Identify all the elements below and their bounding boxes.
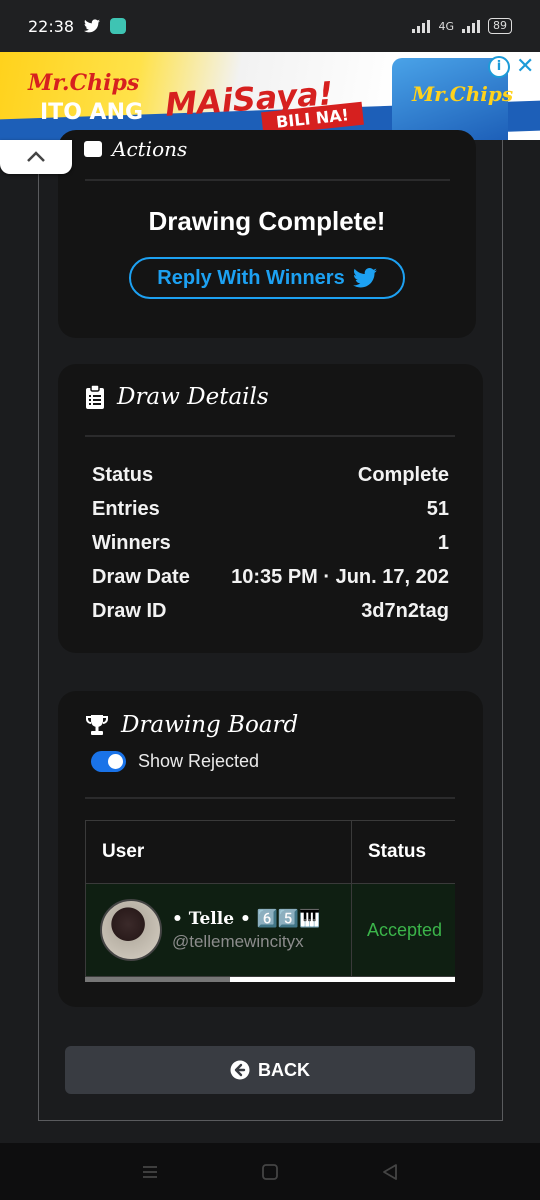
user-display-name: • Telle • 6️⃣5️⃣🎹	[172, 908, 321, 929]
draw-details-header: Draw Details	[85, 384, 269, 410]
detail-row-entries: Entries 51	[92, 492, 449, 526]
divider	[85, 797, 455, 799]
reply-with-winners-button[interactable]: Reply With Winners	[129, 257, 405, 299]
show-rejected-row: Show Rejected	[91, 751, 259, 772]
ad-close-icon[interactable]: ✕	[516, 54, 534, 79]
detail-label: Draw ID	[92, 599, 167, 622]
detail-row-draw-id: Draw ID 3d7n2tag	[92, 594, 449, 628]
detail-label: Status	[92, 463, 154, 486]
detail-label: Entries	[92, 497, 160, 520]
battery-icon: 89	[488, 18, 512, 34]
drawing-complete-heading: Drawing Complete!	[148, 206, 386, 236]
show-rejected-toggle[interactable]	[91, 751, 126, 772]
back-button-label: BACK	[258, 1059, 310, 1080]
back-nav-icon[interactable]	[381, 1163, 399, 1181]
divider	[85, 435, 455, 437]
chat-notification-icon	[110, 18, 127, 34]
home-icon[interactable]	[261, 1163, 279, 1181]
draw-details-title: Draw Details	[117, 384, 269, 410]
detail-row-winners: Winners 1	[92, 526, 449, 560]
user-cell: • Telle • 6️⃣5️⃣🎹 @tellemewincityx	[85, 883, 352, 977]
twitter-bird-icon	[352, 268, 377, 288]
clipboard-icon	[86, 384, 104, 409]
status-badge: Accepted	[367, 919, 443, 940]
divider	[85, 179, 450, 181]
detail-value: 1	[437, 531, 449, 554]
show-rejected-label: Show Rejected	[138, 751, 260, 771]
table-row[interactable]: • Telle • 6️⃣5️⃣🎹 @tellemewincityx Accep…	[85, 883, 455, 977]
system-navigation-bar	[0, 1143, 540, 1200]
detail-row-draw-date: Draw Date 10:35 PM · Jun. 17, 202	[92, 560, 449, 594]
detail-value: 3d7n2tag	[361, 599, 449, 622]
detail-label: Draw Date	[92, 565, 190, 588]
recent-apps-icon[interactable]	[141, 1164, 159, 1180]
ad-product-label: Mr.Chips	[412, 82, 514, 106]
table-horizontal-scrollbar[interactable]	[85, 977, 455, 982]
network-type-label: 4G	[438, 19, 454, 33]
clock: 22:38	[28, 16, 75, 36]
chevron-up-icon	[27, 151, 45, 162]
detail-value: Complete	[357, 463, 449, 486]
cell-signal-icon	[462, 19, 480, 33]
ad-banner[interactable]: Mr.Chips ITO ANG MAiSaya! BILI NA! Mr.Ch…	[0, 52, 540, 140]
back-button[interactable]: BACK	[65, 1046, 475, 1094]
detail-value: 10:35 PM · Jun. 17, 202	[231, 565, 449, 588]
actions-header: Actions	[84, 140, 187, 158]
status-bar: 22:38 4G 89	[0, 0, 540, 52]
user-handle: @tellemewincityx	[172, 931, 304, 951]
detail-label: Winners	[92, 531, 171, 554]
twitter-notification-icon	[84, 19, 101, 33]
drawing-board-table[interactable]: User Status • Telle • 6️⃣5️⃣🎹 @tellemewi…	[85, 820, 455, 982]
column-header-status: Status	[351, 820, 455, 884]
ad-info-icon[interactable]: i	[488, 56, 510, 78]
draw-details-list: Status Complete Entries 51 Winners 1 Dra…	[92, 458, 449, 628]
arrow-left-circle-icon	[230, 1060, 250, 1080]
avatar	[100, 899, 162, 961]
ad-brand: Mr.Chips	[28, 70, 140, 96]
checkbox-icon	[84, 141, 102, 157]
drawing-board-header: Drawing Board	[85, 712, 298, 738]
scrollbar-thumb[interactable]	[85, 977, 230, 982]
wifi-signal-icon	[412, 19, 431, 33]
column-header-user: User	[85, 820, 352, 884]
actions-title: Actions	[112, 140, 188, 158]
detail-value: 51	[426, 497, 449, 520]
drawing-board-title: Drawing Board	[121, 712, 299, 738]
ad-tagline-1: ITO ANG	[40, 100, 144, 125]
detail-row-status: Status Complete	[92, 458, 449, 492]
collapse-ad-button[interactable]	[0, 140, 72, 174]
reply-button-label: Reply With Winners	[157, 266, 345, 289]
trophy-icon	[86, 715, 108, 735]
status-cell: Accepted	[351, 883, 455, 977]
